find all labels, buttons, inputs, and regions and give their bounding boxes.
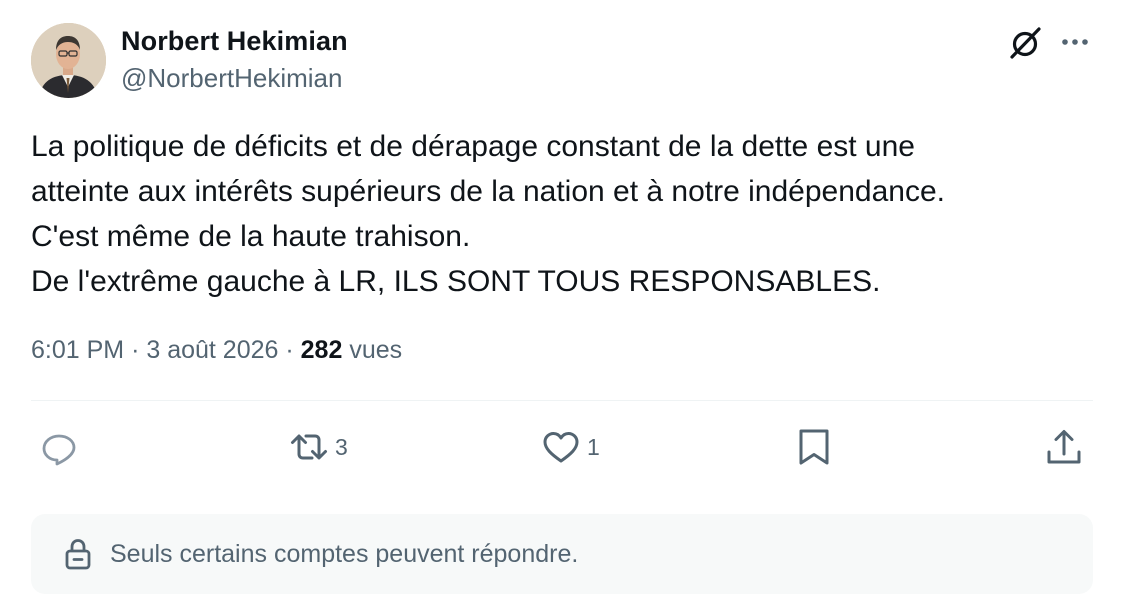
avatar[interactable] (31, 23, 106, 98)
like-count: 1 (587, 433, 600, 460)
reply-restriction-banner: Seuls certains comptes peuvent répondre. (31, 514, 1093, 594)
tweet-date[interactable]: 3 août 2026 (146, 336, 278, 364)
divider (31, 400, 1093, 401)
like-button[interactable]: 1 (541, 424, 600, 470)
tweet-line: atteinte aux intérêts supérieurs de la n… (31, 175, 945, 208)
tweet-text: La politique de déficits et de dérapage … (31, 124, 1101, 304)
share-icon (1047, 430, 1081, 464)
grok-icon[interactable] (1006, 24, 1044, 62)
reply-icon (42, 434, 76, 466)
tweet-card: Norbert Hekimian @NorbertHekimian La pol… (0, 0, 1123, 616)
heart-icon (543, 432, 579, 463)
retweet-count: 3 (335, 433, 348, 460)
meta-separator: · (285, 336, 294, 364)
tweet-line: De l'extrême gauche à LR, ILS SONT TOUS … (31, 265, 881, 298)
tweet-meta: 6:01 PM · 3 août 2026 · 282 vues (31, 336, 402, 365)
tweet-time[interactable]: 6:01 PM (31, 336, 124, 364)
profile-photo-icon (31, 23, 106, 98)
share-button[interactable] (1044, 424, 1084, 470)
lock-icon (65, 539, 91, 570)
retweet-icon (291, 434, 327, 460)
views-count: 282 (300, 336, 343, 364)
views-label: vues (349, 336, 403, 364)
bookmark-icon (799, 429, 829, 465)
tweet-line: C'est même de la haute trahison. (31, 220, 471, 253)
reply-restriction-text: Seuls certains comptes peuvent répondre. (110, 539, 579, 568)
author-name[interactable]: Norbert Hekimian (121, 26, 348, 57)
author-handle[interactable]: @NorbertHekimian (121, 63, 342, 94)
tweet-line: La politique de déficits et de dérapage … (31, 130, 915, 163)
retweet-button[interactable]: 3 (289, 424, 348, 470)
reply-button[interactable] (39, 424, 85, 470)
more-icon[interactable] (1058, 27, 1092, 57)
meta-separator: · (131, 336, 140, 364)
bookmark-button[interactable] (794, 424, 840, 470)
